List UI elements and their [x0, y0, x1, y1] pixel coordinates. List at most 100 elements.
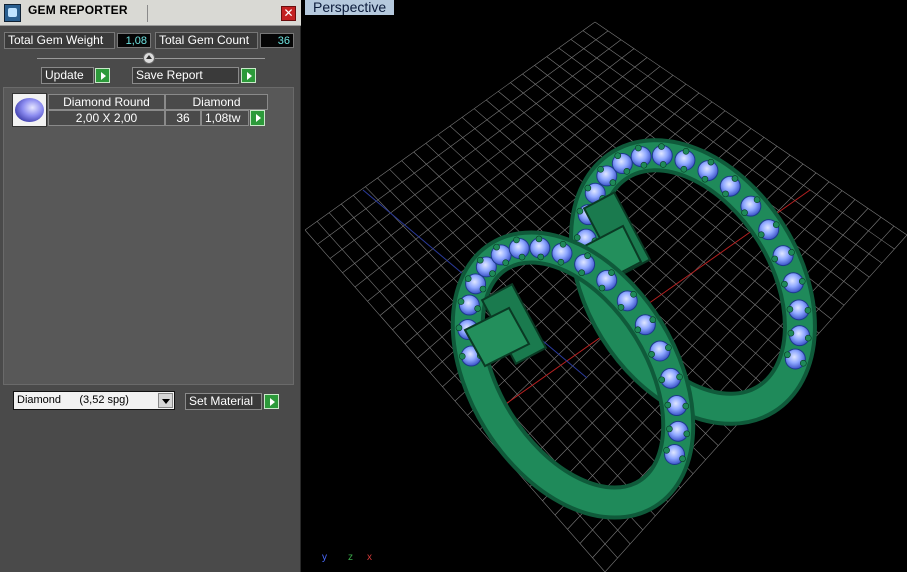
dropdown-arrow-icon[interactable] — [158, 393, 173, 408]
material-dropdown[interactable]: Diamond (3,52 spg) — [13, 391, 175, 410]
prong — [701, 175, 709, 183]
prong — [493, 243, 500, 251]
prong — [772, 221, 780, 228]
prong — [682, 148, 690, 155]
prong — [537, 253, 545, 261]
diamond-gem — [697, 160, 719, 182]
prong — [788, 248, 795, 256]
close-icon[interactable]: ✕ — [281, 6, 296, 21]
gem-count-cell: 36 — [165, 110, 201, 126]
prong — [573, 234, 581, 241]
prong — [557, 258, 565, 266]
prong — [771, 255, 779, 263]
total-gem-count-value: 36 — [260, 33, 294, 48]
prong — [787, 329, 795, 337]
prong — [518, 253, 526, 261]
prong — [476, 256, 484, 264]
set-material-go-icon[interactable] — [264, 394, 279, 409]
gem-size-cell: 2,00 X 2,00 — [48, 110, 165, 126]
prong — [597, 165, 604, 173]
prong — [798, 278, 806, 285]
prong — [623, 167, 631, 175]
prong — [598, 284, 606, 292]
prong — [513, 236, 520, 244]
prong — [731, 175, 739, 182]
total-gem-count-label: Total Gem Count — [155, 32, 258, 49]
gem-type-header: Diamond — [165, 94, 268, 110]
gem-reporter-panel: GEM REPORTER ✕ Total Gem Weight 1,08 Tot… — [0, 0, 301, 572]
prong — [576, 207, 584, 215]
prong — [666, 425, 673, 433]
title-divider — [147, 5, 148, 22]
prong — [665, 344, 672, 351]
total-gem-weight-value: 1,08 — [117, 33, 151, 48]
prong — [464, 275, 472, 282]
prong — [680, 165, 688, 173]
gem-row-go-icon[interactable] — [250, 110, 265, 126]
prong — [479, 285, 487, 293]
update-go-icon[interactable] — [95, 68, 110, 83]
prong — [753, 196, 761, 203]
diamond-gem — [574, 253, 596, 275]
prong — [784, 351, 791, 359]
gem-list: Diamond Round Diamond 2,00 X 2,00 36 1,0… — [3, 87, 294, 385]
hoop-earring-front — [450, 230, 696, 520]
gem-thumbnail-icon — [12, 93, 47, 127]
scene-canvas[interactable] — [305, 0, 907, 572]
app-icon — [4, 4, 21, 22]
prong — [640, 161, 648, 169]
prong — [663, 446, 670, 454]
title-bar[interactable]: GEM REPORTER ✕ — [0, 0, 301, 26]
prong — [786, 306, 794, 313]
prong — [741, 209, 748, 216]
prong — [474, 305, 481, 312]
prong — [683, 430, 691, 438]
prong — [664, 401, 672, 409]
prong — [679, 455, 686, 463]
set-material-button[interactable]: Set Material — [185, 393, 262, 410]
prong — [535, 235, 543, 243]
prong — [634, 326, 642, 334]
viewport-label: Perspective — [305, 0, 395, 15]
diamond-gem — [772, 245, 794, 267]
prong — [617, 304, 625, 311]
collapse-icon[interactable] — [143, 52, 155, 64]
prong — [609, 179, 617, 186]
prong — [658, 143, 665, 150]
prong — [648, 350, 655, 358]
axis-y-label: y — [322, 552, 327, 563]
prong — [635, 144, 642, 152]
prong — [458, 353, 466, 360]
prong — [630, 291, 637, 298]
prong — [682, 402, 690, 410]
diamond-gem — [649, 340, 671, 362]
diamond-gem — [458, 294, 480, 316]
perspective-viewport[interactable]: Perspective y z x — [305, 0, 907, 572]
prong — [559, 241, 567, 248]
grid-line — [401, 160, 706, 460]
gem-shape-header: Diamond Round — [48, 94, 165, 110]
prong — [584, 252, 591, 260]
grid-line — [305, 229, 606, 572]
prong — [659, 161, 667, 168]
axis-x-label: x — [367, 552, 372, 563]
material-selected: Diamond (3,52 spg) — [17, 394, 129, 406]
prong — [489, 270, 496, 277]
update-button[interactable]: Update — [41, 67, 94, 84]
prong — [799, 359, 807, 367]
prong — [676, 373, 683, 381]
prong — [608, 269, 615, 276]
gem-weight-cell: 1,08tw — [201, 110, 249, 126]
save-report-go-icon[interactable] — [241, 68, 256, 83]
save-report-button[interactable]: Save Report — [132, 67, 239, 84]
prong — [781, 280, 788, 288]
prong — [804, 307, 812, 314]
prong — [584, 184, 592, 192]
prong — [804, 334, 812, 342]
prong — [707, 158, 715, 166]
window-title: GEM REPORTER — [28, 3, 128, 17]
prong — [757, 231, 765, 238]
prong — [649, 316, 657, 324]
prong — [455, 324, 463, 332]
axis-z-label: z — [348, 552, 353, 563]
